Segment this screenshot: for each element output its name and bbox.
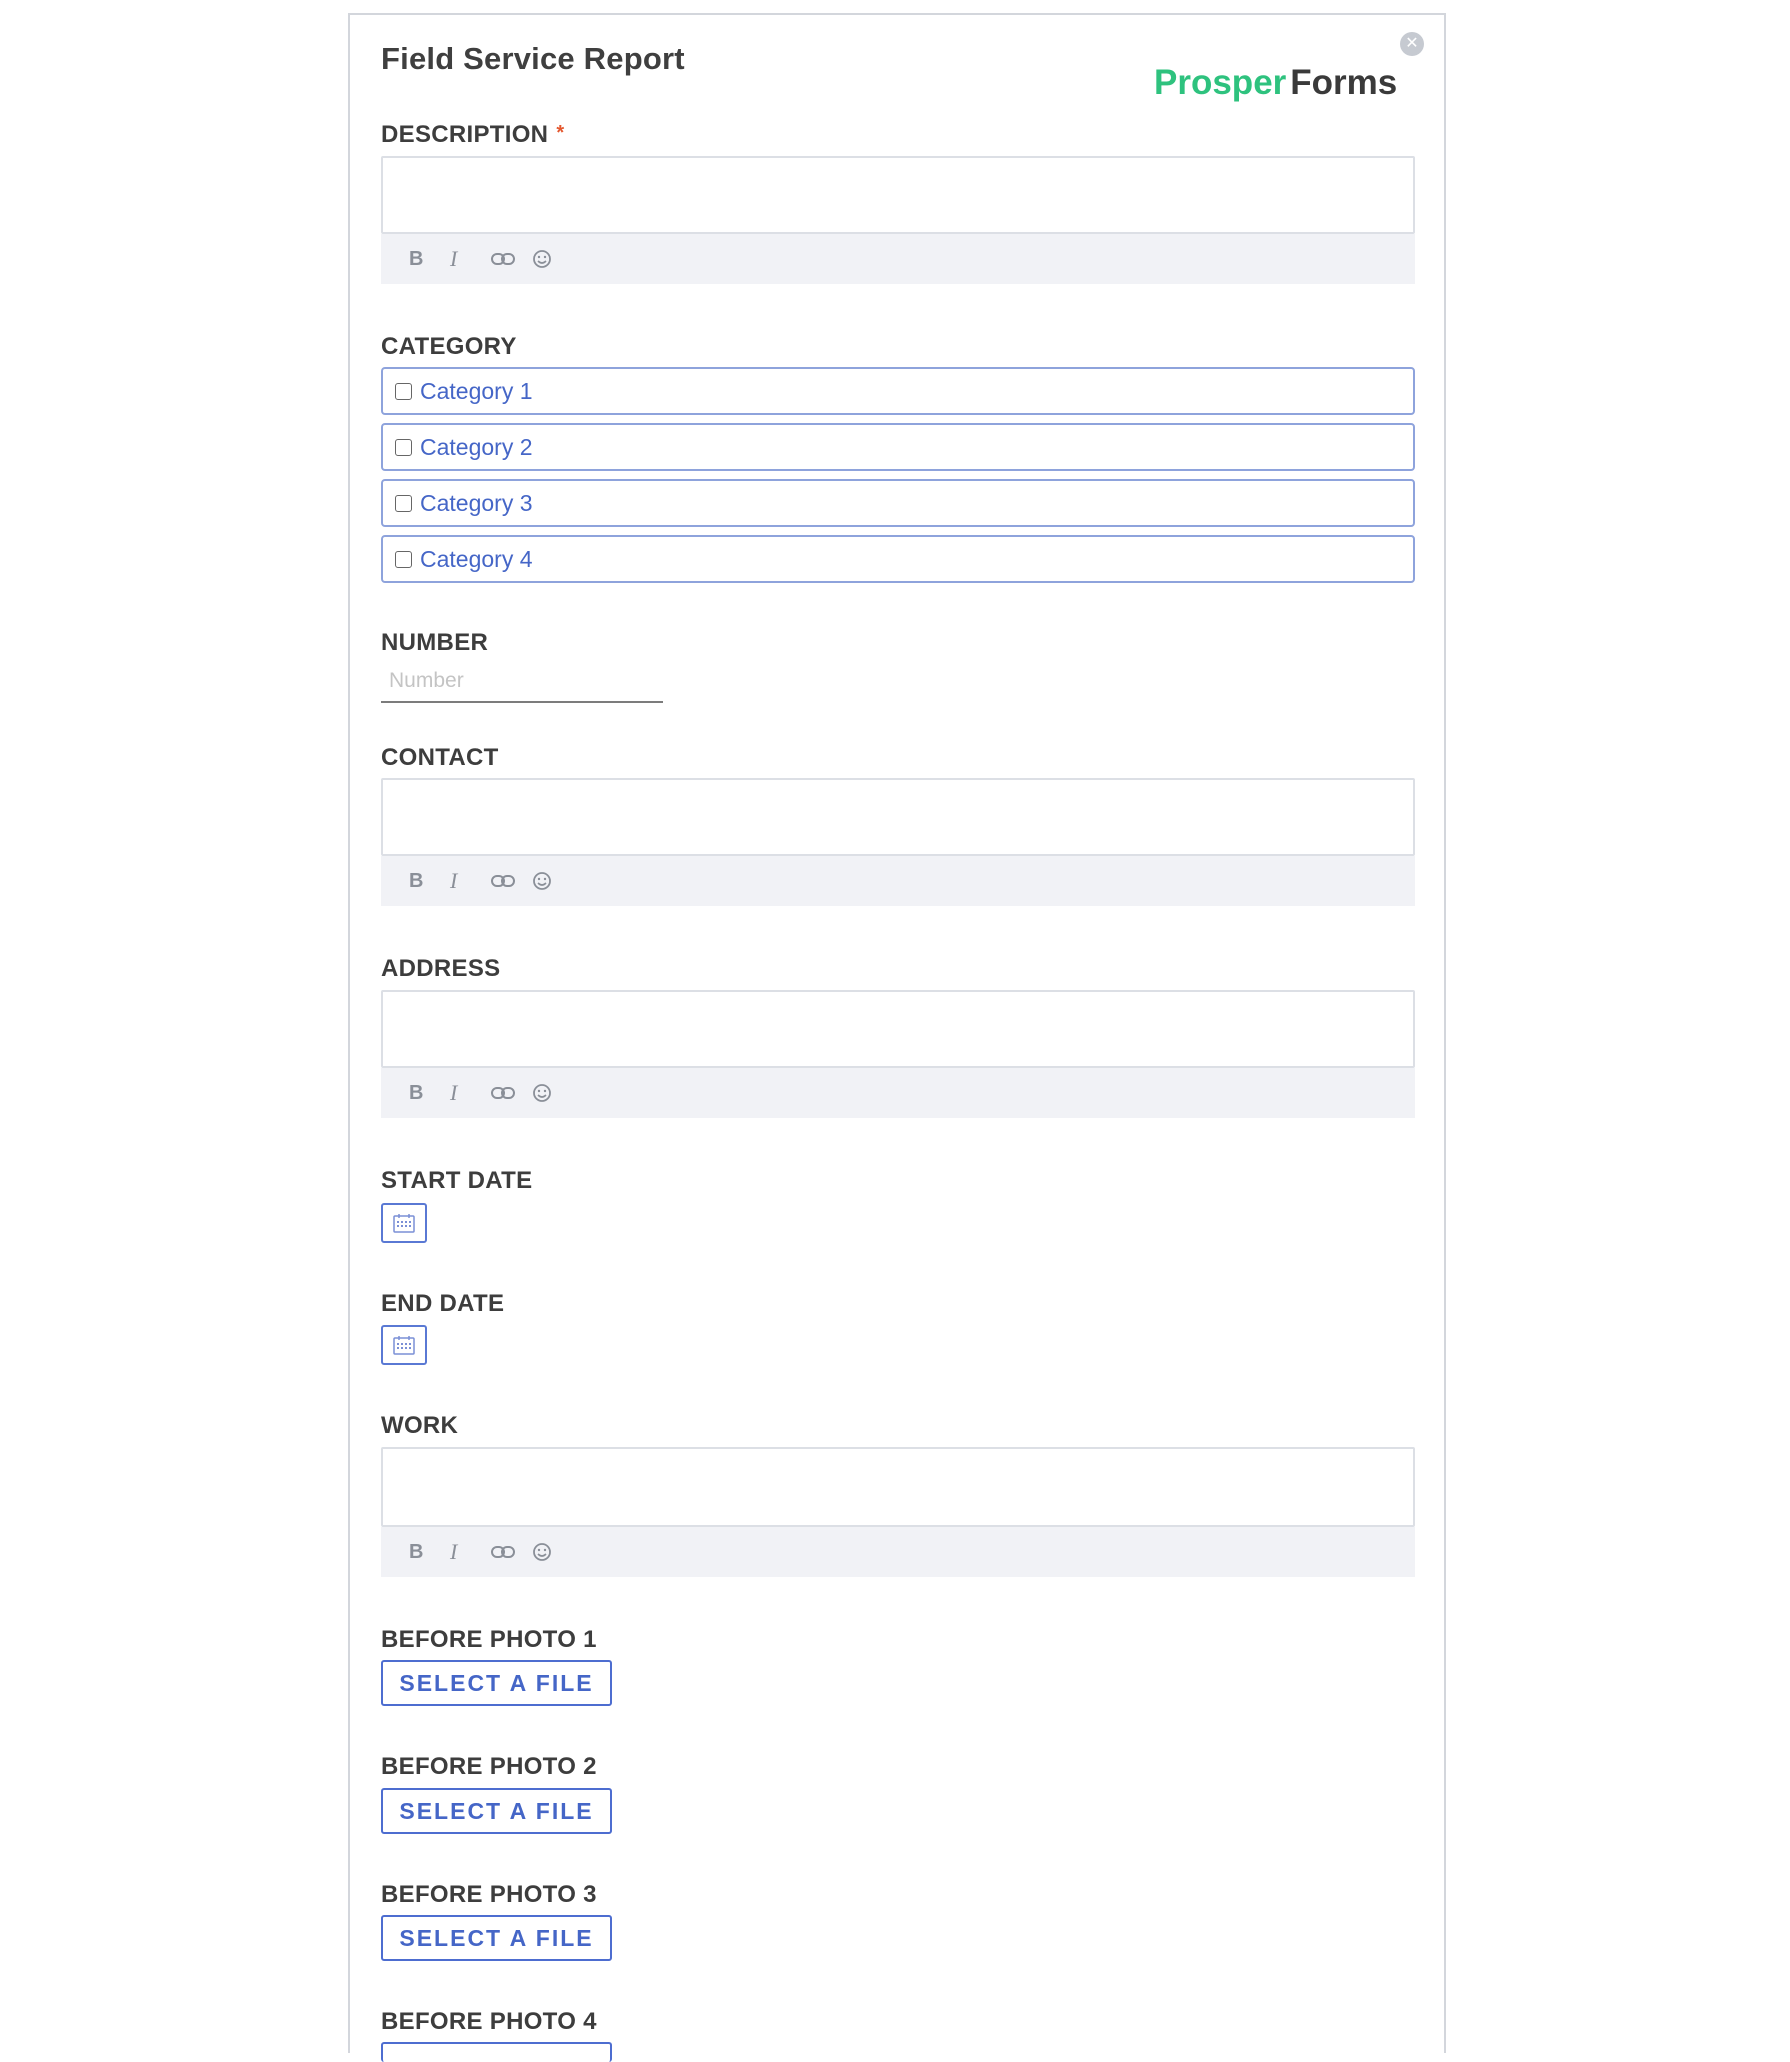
checkbox[interactable] [395,438,412,456]
start-date-label: START DATE [381,1167,533,1194]
before-photo-1-label: BEFORE PHOTO 1 [381,1626,597,1653]
logo-part-prosper: Prosper [1154,63,1287,102]
description-toolbar: B I [381,234,1415,284]
contact-label: CONTACT [381,744,499,771]
link-icon[interactable] [491,1078,532,1108]
emoji-icon[interactable] [532,1078,573,1108]
italic-button[interactable]: I [450,1537,491,1567]
before-photo-4-select-button[interactable] [381,2042,612,2062]
number-placeholder: Number [389,669,464,692]
contact-input[interactable] [381,778,1415,856]
work-input[interactable] [381,1447,1415,1527]
logo-part-forms: Forms [1290,63,1398,102]
description-label: DESCRIPTION * [381,121,564,149]
category-option-label: Category 3 [420,489,533,516]
category-label: CATEGORY [381,333,517,360]
before-photo-2-select-button[interactable]: SELECT A FILE [381,1788,612,1834]
checkbox[interactable] [395,494,412,512]
category-option-label: Category 2 [420,433,533,460]
end-date-picker-button[interactable] [381,1325,427,1365]
description-input[interactable] [381,156,1415,234]
calendar-icon [393,1336,415,1355]
form-title: Field Service Report [381,41,685,76]
category-option-4[interactable]: Category 4 [381,535,1415,583]
bold-button[interactable]: B [409,244,450,274]
emoji-icon[interactable] [532,244,573,274]
checkbox[interactable] [395,382,412,400]
link-icon[interactable] [491,244,532,274]
category-option-label: Category 4 [420,545,533,572]
address-input[interactable] [381,990,1415,1068]
checkbox[interactable] [395,550,412,568]
end-date-label: END DATE [381,1290,505,1317]
description-editor: B I [381,156,1415,284]
before-photo-3-label: BEFORE PHOTO 3 [381,1881,597,1908]
category-option-label: Category 1 [420,377,533,404]
contact-editor: B I [381,778,1415,906]
work-toolbar: B I [381,1527,1415,1577]
number-label: NUMBER [381,629,489,656]
calendar-icon [393,1214,415,1233]
work-editor: B I [381,1447,1415,1577]
before-photo-2-label: BEFORE PHOTO 2 [381,1753,597,1780]
address-toolbar: B I [381,1068,1415,1118]
description-label-text: DESCRIPTION [381,121,549,148]
address-label: ADDRESS [381,955,501,982]
close-icon[interactable]: ✕ [1400,32,1424,56]
category-option-2[interactable]: Category 2 [381,423,1415,471]
italic-button[interactable]: I [450,1078,491,1108]
link-icon[interactable] [491,1537,532,1567]
category-option-1[interactable]: Category 1 [381,367,1415,415]
italic-button[interactable]: I [450,244,491,274]
bold-button[interactable]: B [409,866,450,896]
before-photo-1-select-button[interactable]: SELECT A FILE [381,1660,612,1706]
link-icon[interactable] [491,866,532,896]
before-photo-4-label: BEFORE PHOTO 4 [381,2008,597,2035]
bold-button[interactable]: B [409,1078,450,1108]
bold-button[interactable]: B [409,1537,450,1567]
contact-toolbar: B I [381,856,1415,906]
required-mark: * [556,122,565,144]
emoji-icon[interactable] [532,1537,573,1567]
prosperforms-logo: Prosper Forms [1154,63,1397,103]
work-label: WORK [381,1412,459,1439]
emoji-icon[interactable] [532,866,573,896]
before-photo-3-select-button[interactable]: SELECT A FILE [381,1915,612,1961]
italic-button[interactable]: I [450,866,491,896]
start-date-picker-button[interactable] [381,1203,427,1243]
category-option-3[interactable]: Category 3 [381,479,1415,527]
number-input[interactable]: Number [381,663,663,703]
form-card: ✕ Field Service Report Prosper Forms DESC… [348,13,1446,2062]
address-editor: B I [381,990,1415,1118]
